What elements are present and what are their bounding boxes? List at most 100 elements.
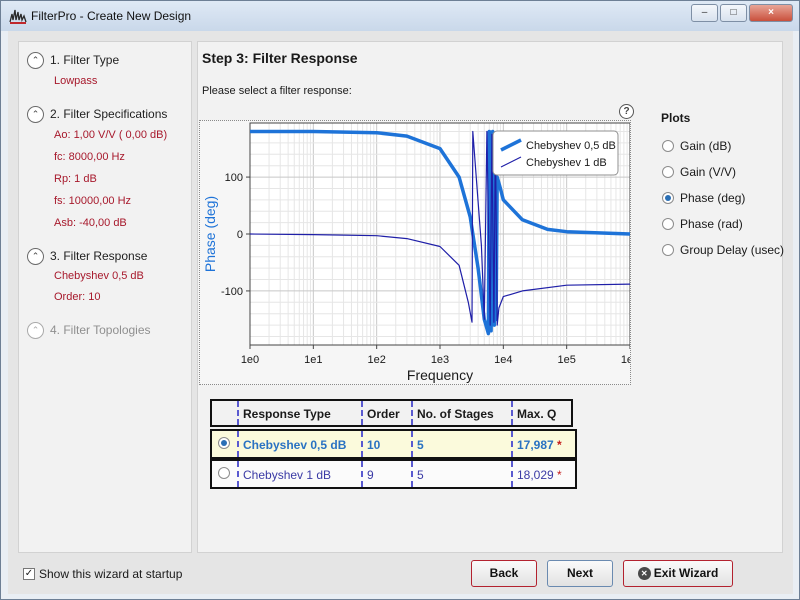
step-detail: Asb: -40,00 dB: [54, 217, 127, 229]
show-wizard-label[interactable]: Show this wizard at startup: [39, 567, 182, 581]
radio-button-selected[interactable]: [662, 191, 674, 204]
plots-title: Plots: [661, 111, 691, 125]
collapse-chevron-up-icon[interactable]: ⌃: [27, 322, 44, 339]
title-bar[interactable]: FilterPro - Create New Design – □ ×: [1, 1, 799, 31]
checkbox-checkmark-icon[interactable]: ✓: [23, 567, 35, 580]
column-header-response-type[interactable]: Response Type: [243, 407, 331, 421]
close-x-icon: ✕: [637, 567, 651, 581]
cell-order: 10: [367, 438, 381, 452]
column-header-max-q[interactable]: Max. Q: [517, 407, 556, 421]
column-header-order[interactable]: Order: [367, 407, 400, 421]
cell-stages: 5: [417, 468, 424, 482]
exit-wizard-label: Exit Wizard: [653, 566, 719, 580]
column-divider: [411, 461, 413, 487]
collapse-chevron-up-icon[interactable]: ⌃: [27, 248, 44, 265]
response-chart: 1e0 1e1 1e2 1e3 1e4 1e5 1e6 100 0 -100 Frequency P…: [202, 122, 639, 383]
radio-button[interactable]: [662, 139, 674, 152]
step-label[interactable]: 3. Filter Response: [50, 249, 147, 263]
plot-option-label[interactable]: Gain (dB): [680, 139, 731, 153]
legend-label-1: Chebyshev 0,5 dB: [526, 140, 616, 152]
show-wizard-checkbox[interactable]: ✓ Show this wizard at startup: [23, 566, 182, 581]
step-detail: fs: 10000,00 Hz: [54, 195, 132, 207]
column-divider: [361, 401, 363, 425]
step-content-panel: Step 3: Filter Response Please select a …: [197, 41, 784, 553]
x-tick-label: 1e1: [304, 354, 322, 366]
cell-max-q: 18,029 *: [517, 468, 562, 482]
column-divider: [361, 431, 363, 457]
close-button[interactable]: ×: [749, 4, 793, 22]
radio-button[interactable]: [662, 217, 674, 230]
next-button[interactable]: Next: [547, 560, 613, 587]
max-q-value: 17,987: [517, 438, 554, 452]
step-label[interactable]: 1. Filter Type: [50, 53, 119, 67]
legend-label-2: Chebyshev 1 dB: [526, 157, 607, 169]
radio-button[interactable]: [662, 243, 674, 256]
x-tick-label: 1e0: [241, 354, 259, 366]
help-icon[interactable]: ?: [619, 104, 634, 119]
column-divider: [511, 461, 513, 487]
step-label[interactable]: 4. Filter Topologies: [50, 323, 151, 337]
column-divider: [511, 401, 513, 425]
response-chart-frame: 1e0 1e1 1e2 1e3 1e4 1e5 1e6 100 0 -100 Frequency P…: [199, 120, 639, 385]
plot-option-phase-deg[interactable]: Phase (deg): [662, 190, 745, 205]
maximize-button[interactable]: □: [720, 4, 747, 22]
plot-option-phase-rad[interactable]: Phase (rad): [662, 216, 743, 231]
column-divider: [237, 461, 239, 487]
row-radio-selected[interactable]: [218, 437, 230, 449]
step-detail: Ao: 1,00 V/V ( 0,00 dB): [54, 129, 168, 141]
row-radio[interactable]: [218, 467, 230, 479]
plot-option-label[interactable]: Group Delay (usec): [680, 243, 784, 257]
back-button[interactable]: Back: [471, 560, 537, 587]
wizard-client-area: ⌃ 1. Filter Type Lowpass ⌃ 2. Filter Spe…: [8, 31, 793, 594]
x-tick-label: 1e3: [431, 354, 449, 366]
page-title: Step 3: Filter Response: [202, 50, 358, 66]
table-row[interactable]: Chebyshev 0,5 dB 10 5 17,987 *: [210, 429, 577, 459]
exit-wizard-button[interactable]: ✕ Exit Wizard: [623, 560, 733, 587]
step-detail: Order: 10: [54, 291, 101, 303]
collapse-chevron-up-icon[interactable]: ⌃: [27, 52, 44, 69]
x-axis-label: Frequency: [407, 367, 473, 383]
wizard-steps-sidebar: ⌃ 1. Filter Type Lowpass ⌃ 2. Filter Spe…: [18, 41, 192, 553]
x-tick-label: 1e5: [557, 354, 575, 366]
plot-option-gain-db[interactable]: Gain (dB): [662, 138, 731, 153]
cell-response-type: Chebyshev 0,5 dB: [243, 438, 347, 452]
plot-option-gain-vv[interactable]: Gain (V/V): [662, 164, 736, 179]
x-tick-label: 1e6: [621, 354, 630, 366]
column-divider: [511, 431, 513, 457]
step-label[interactable]: 2. Filter Specifications: [50, 107, 167, 121]
radio-button[interactable]: [662, 165, 674, 178]
window-title: FilterPro - Create New Design: [31, 9, 192, 23]
table-header: Response Type Order No. of Stages Max. Q: [210, 399, 573, 427]
plot-option-label[interactable]: Phase (rad): [680, 217, 743, 231]
collapse-chevron-up-icon[interactable]: ⌃: [27, 106, 44, 123]
table-row[interactable]: Chebyshev 1 dB 9 5 18,029 *: [210, 459, 577, 489]
column-header-stages[interactable]: No. of Stages: [417, 407, 494, 421]
column-divider: [237, 401, 239, 425]
step-detail: Rp: 1 dB: [54, 173, 97, 185]
column-divider: [411, 431, 413, 457]
y-tick-label: 100: [225, 172, 243, 184]
x-tick-label: 1e4: [494, 354, 512, 366]
cell-response-type: Chebyshev 1 dB: [243, 468, 332, 482]
column-divider: [411, 401, 413, 425]
app-waveform-icon: [9, 9, 27, 24]
y-tick-label: -100: [221, 286, 243, 298]
plot-option-label[interactable]: Gain (V/V): [680, 165, 736, 179]
y-tick-label: 0: [237, 229, 243, 241]
x-tick-label: 1e2: [367, 354, 385, 366]
plot-option-group-delay[interactable]: Group Delay (usec): [662, 242, 784, 257]
y-axis-label: Phase (deg): [202, 196, 218, 272]
minimize-button[interactable]: –: [691, 4, 718, 22]
page-instructions: Please select a filter response:: [202, 85, 352, 97]
step-detail: Lowpass: [54, 75, 98, 87]
max-q-value: 18,029: [517, 468, 554, 482]
warning-flag: *: [557, 468, 562, 482]
cell-max-q: 17,987 *: [517, 438, 562, 452]
cell-order: 9: [367, 468, 374, 482]
plot-option-label[interactable]: Phase (deg): [680, 191, 745, 205]
cell-stages: 5: [417, 438, 424, 452]
app-window: FilterPro - Create New Design – □ × ⌃ 1.…: [0, 0, 800, 600]
window-controls: – □ ×: [691, 4, 793, 22]
column-divider: [361, 461, 363, 487]
warning-flag: *: [557, 438, 562, 452]
